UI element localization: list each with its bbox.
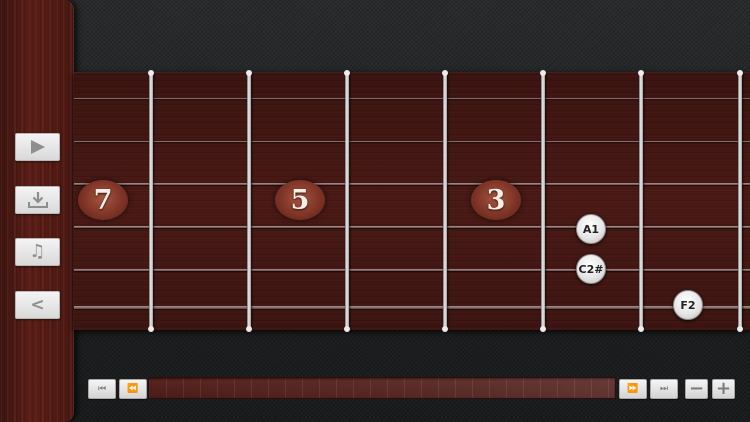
zoom-in-button[interactable]: +	[712, 379, 735, 399]
fret-wire	[540, 70, 546, 332]
fret-wire	[246, 70, 252, 332]
timeline-track	[149, 378, 615, 398]
string-3	[74, 183, 750, 185]
fret-wire	[344, 70, 350, 332]
fret-wire	[737, 70, 743, 332]
fret-wire	[148, 70, 154, 332]
music-button[interactable]: ♫	[15, 238, 60, 266]
string-6	[74, 306, 750, 309]
app-screen: ♫ < 7 5 3 A1 C2# F2 ⏮ ⏪ ⏩ ⏭ − +	[0, 0, 750, 422]
fast-forward-button[interactable]: ⏩	[619, 379, 647, 399]
back-button[interactable]: <	[15, 291, 60, 319]
play-icon	[29, 139, 47, 155]
note-f2[interactable]: F2	[673, 290, 703, 320]
plus-icon: +	[715, 378, 732, 399]
fret-wire	[638, 70, 644, 332]
timeline-scrubber[interactable]	[148, 377, 616, 399]
fret-wire	[442, 70, 448, 332]
note-c2-sharp[interactable]: C2#	[576, 254, 606, 284]
skip-start-icon: ⏮	[97, 383, 107, 394]
fret-marker-5: 5	[275, 180, 325, 220]
fast-forward-icon: ⏩	[627, 383, 639, 394]
rewind-icon: ⏪	[127, 383, 139, 394]
string-1	[74, 98, 750, 99]
back-chevron-icon: <	[30, 294, 45, 315]
string-4	[74, 226, 750, 228]
fretboard: 7 5 3 A1 C2# F2	[74, 70, 750, 332]
note-a1[interactable]: A1	[576, 214, 606, 244]
download-icon	[27, 191, 49, 209]
skip-end-icon: ⏭	[659, 383, 669, 394]
string-5	[74, 269, 750, 271]
side-panel: ♫ <	[0, 0, 74, 422]
zoom-out-button[interactable]: −	[685, 379, 708, 399]
fret-marker-3: 3	[471, 180, 521, 220]
skip-to-start-button[interactable]: ⏮	[88, 379, 116, 399]
skip-to-end-button[interactable]: ⏭	[650, 379, 678, 399]
string-2	[74, 141, 750, 142]
play-button[interactable]	[15, 133, 60, 161]
minus-icon: −	[688, 378, 705, 399]
fret-marker-7: 7	[78, 180, 128, 220]
rewind-button[interactable]: ⏪	[119, 379, 147, 399]
download-button[interactable]	[15, 186, 60, 214]
music-note-icon: ♫	[29, 241, 46, 262]
